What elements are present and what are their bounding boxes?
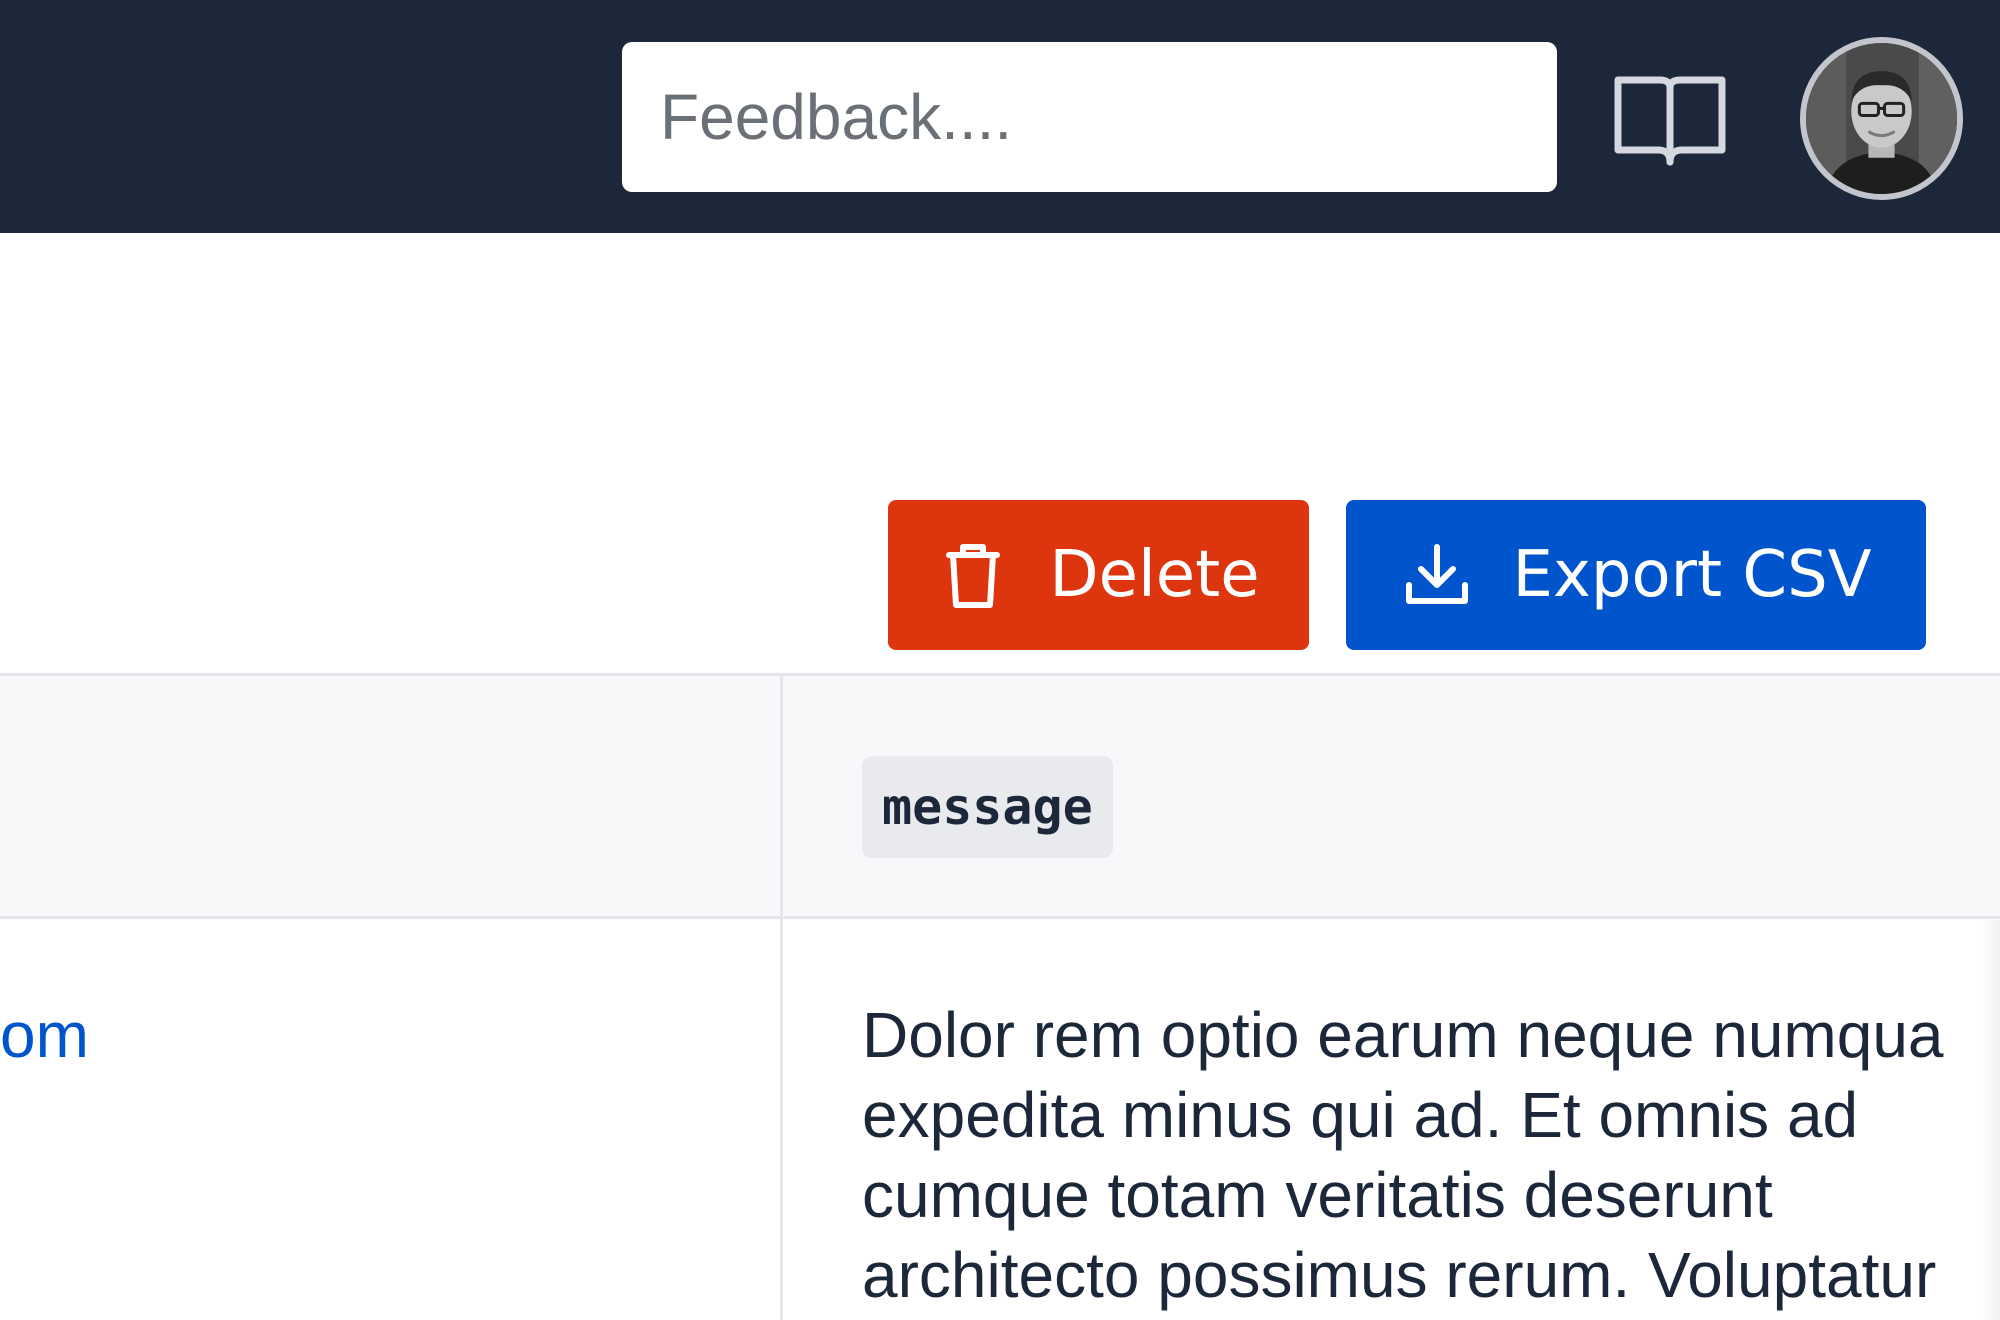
download-icon [1401, 539, 1473, 611]
feedback-input[interactable] [622, 42, 1557, 192]
docs-link[interactable] [1610, 66, 1730, 176]
avatar-photo [1806, 43, 1957, 194]
delete-button-label: Delete [1049, 538, 1260, 612]
message-line: architecto possimus rerum. Voluptatur [862, 1239, 1937, 1311]
column-header-label: message [882, 778, 1093, 836]
book-open-icon [1610, 76, 1730, 180]
top-navigation-bar [0, 0, 2000, 233]
trash-icon [937, 539, 1009, 611]
table-cell-message: Dolor rem optio earum neque numqua exped… [862, 995, 2000, 1315]
email-link-text: om [0, 999, 89, 1071]
message-line: cumque totam veritatis deserunt [862, 1159, 1773, 1231]
export-csv-button-label: Export CSV [1512, 538, 1872, 612]
delete-button[interactable]: Delete [888, 500, 1309, 650]
scroll-shadow [1982, 920, 2000, 1320]
export-csv-button[interactable]: Export CSV [1346, 500, 1926, 650]
page-header [0, 233, 2000, 463]
user-avatar[interactable] [1800, 37, 1963, 200]
column-header-message[interactable]: message [862, 756, 1113, 858]
column-divider [780, 673, 783, 1320]
table-header-row: message [0, 673, 2000, 919]
message-line: expedita minus qui ad. Et omnis ad [862, 1079, 1859, 1151]
table-cell-email-link[interactable]: om [0, 995, 89, 1075]
message-line: Dolor rem optio earum neque numqua [862, 999, 1944, 1071]
